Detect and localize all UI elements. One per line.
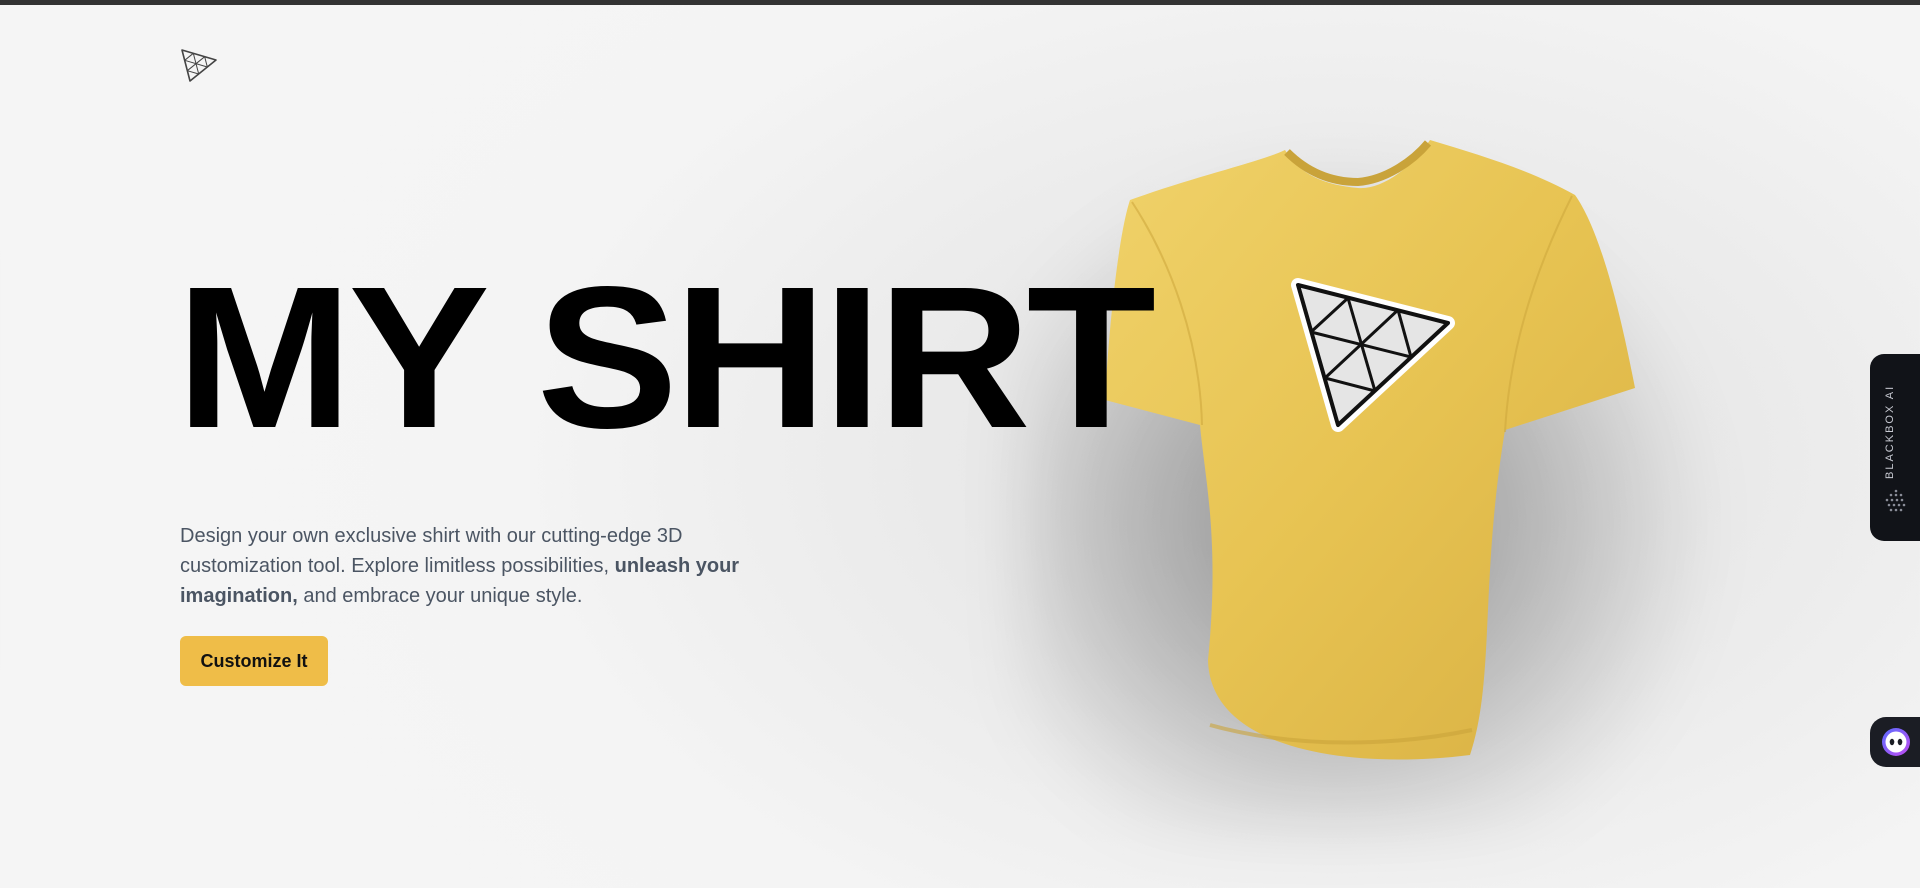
triangle-logo-icon[interactable] xyxy=(178,45,220,85)
side-panel-label: BLACKBOX AI xyxy=(1884,384,1896,480)
top-bar xyxy=(0,0,1920,5)
bot-face-icon xyxy=(1882,728,1910,756)
customize-button[interactable]: Customize It xyxy=(180,636,328,686)
tagline-text-1: Design your own exclusive shirt with our… xyxy=(180,525,683,577)
tagline-text-2: and embrace your unique style. xyxy=(297,585,583,607)
bot-widget[interactable] xyxy=(1870,717,1920,767)
hero-tagline: Design your own exclusive shirt with our… xyxy=(180,521,740,611)
blackbox-side-panel[interactable]: BLACKBOX AI xyxy=(1870,354,1920,541)
shirt-preview[interactable] xyxy=(1100,140,1650,780)
hero-title: MY SHIRT xyxy=(176,244,1156,470)
dots-icon xyxy=(1885,489,1906,512)
